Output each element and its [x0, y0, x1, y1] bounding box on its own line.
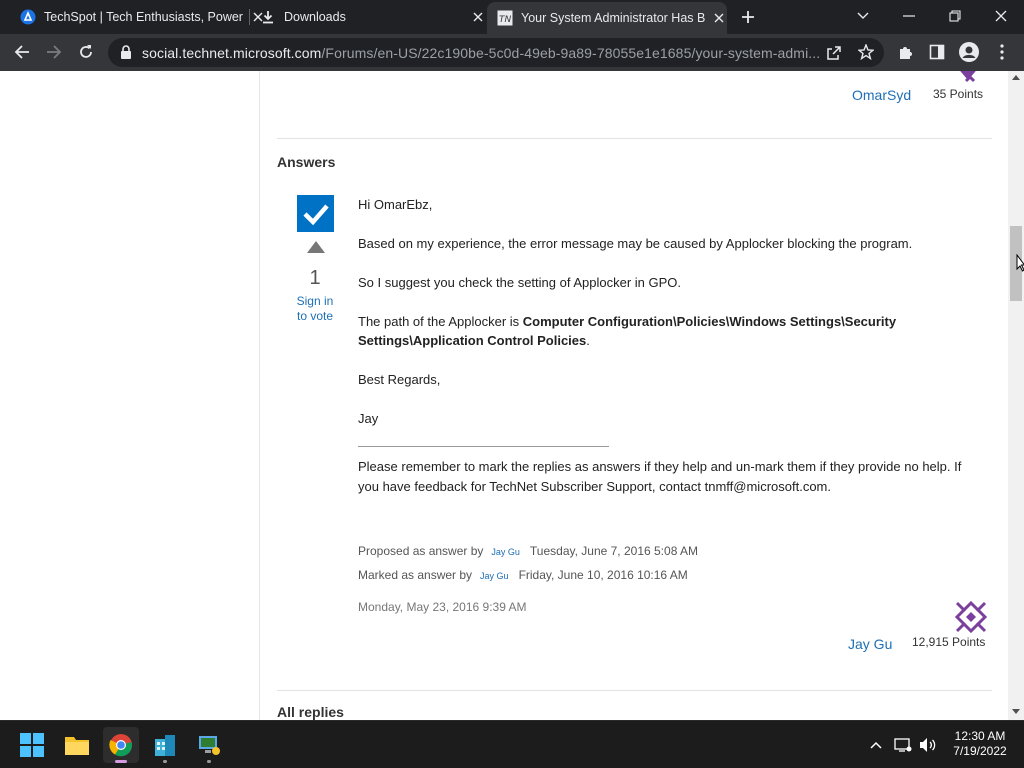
- answer-path-paragraph: The path of the Applocker is Computer Co…: [358, 312, 958, 350]
- url-path: /Forums/en-US/22c190be-5c0d-49eb-9a89-78…: [321, 44, 821, 61]
- chrome-taskbar-icon[interactable]: [103, 727, 139, 763]
- show-hidden-icons-chevron-icon[interactable]: [866, 735, 886, 755]
- network-icon[interactable]: [893, 735, 913, 755]
- screen: TechSpot | Tech Enthusiasts, Power Users…: [0, 0, 1024, 768]
- techspot-favicon-icon: [20, 9, 36, 25]
- proposed-label: Proposed as answer by: [358, 544, 484, 558]
- path-suffix: .: [586, 333, 590, 348]
- path-prefix: The path of the Applocker is: [358, 314, 523, 329]
- volume-icon[interactable]: [918, 735, 938, 755]
- clock-time: 12:30 AM: [954, 729, 1006, 743]
- lock-icon[interactable]: [120, 45, 132, 64]
- scroll-up-arrow-icon[interactable]: [1012, 75, 1020, 80]
- divider: [277, 690, 992, 691]
- browser-tab-strip: TechSpot | Tech Enthusiasts, Power Users…: [0, 0, 1024, 34]
- windows-start-icon[interactable]: [14, 727, 50, 763]
- post-date: Monday, May 23, 2016 9:39 AM: [358, 600, 527, 614]
- url-text: social.technet.microsoft.com/Forums/en-U…: [142, 45, 822, 61]
- clock-date: 7/19/2022: [953, 744, 1007, 758]
- tab-title: Downloads: [284, 10, 346, 24]
- close-window-button[interactable]: [978, 0, 1024, 32]
- close-icon[interactable]: [470, 9, 486, 25]
- divider: [277, 138, 992, 139]
- tab-separator: [249, 9, 250, 25]
- profile-avatar-icon[interactable]: [955, 38, 983, 66]
- restore-button[interactable]: [932, 0, 978, 32]
- tab-title: TechSpot | Tech Enthusiasts, Power Users: [44, 10, 244, 24]
- running-indicator: [163, 760, 167, 763]
- building-app-icon[interactable]: [147, 727, 183, 763]
- url-host: social.technet.microsoft.com: [142, 44, 322, 61]
- answer-paragraph: Based on my experience, the error messag…: [358, 236, 913, 251]
- vote-up-arrow-icon[interactable]: [307, 241, 325, 253]
- author-points: 12,915 Points: [912, 635, 986, 649]
- author-points: 35 Points: [933, 87, 984, 101]
- left-sidebar: [0, 71, 260, 720]
- network-tool-icon[interactable]: [191, 727, 227, 763]
- marked-user-link[interactable]: Jay Gu: [480, 571, 509, 581]
- menu-kebab-icon[interactable]: [988, 38, 1016, 66]
- tab-search-button[interactable]: [840, 0, 886, 32]
- forward-button[interactable]: [40, 38, 68, 66]
- new-tab-button[interactable]: [736, 5, 760, 29]
- side-panel-icon[interactable]: [923, 38, 951, 66]
- extensions-puzzle-icon[interactable]: [892, 38, 920, 66]
- answers-heading: Answers: [277, 154, 336, 170]
- proposed-user-link[interactable]: Jay Gu: [491, 547, 520, 557]
- windows-taskbar: 12:30 AM 7/19/2022: [0, 720, 1024, 768]
- signature-rule: [358, 446, 609, 447]
- file-explorer-icon[interactable]: [59, 727, 95, 763]
- answer-paragraph: So I suggest you check the setting of Ap…: [358, 275, 682, 290]
- marked-date: Friday, June 10, 2016 10:16 AM: [518, 568, 688, 582]
- bookmark-star-icon[interactable]: [857, 43, 875, 65]
- reload-button[interactable]: [72, 38, 100, 66]
- running-indicator: [207, 760, 211, 763]
- answer-signature: Jay: [358, 411, 379, 426]
- sign-in-to-vote-link[interactable]: Sign in to vote: [290, 294, 340, 324]
- system-clock[interactable]: 12:30 AM 7/19/2022: [944, 729, 1016, 759]
- minimize-button[interactable]: [886, 0, 932, 32]
- jaygu-avatar[interactable]: [954, 600, 988, 638]
- all-replies-heading: All replies: [277, 704, 344, 720]
- tab-techspot[interactable]: TechSpot | Tech Enthusiasts, Power Users: [14, 0, 266, 34]
- close-icon[interactable]: [711, 10, 727, 26]
- svg-text:TN: TN: [499, 15, 511, 25]
- tab-technet-active[interactable]: TN Your System Administrator Has Blocked: [487, 2, 727, 34]
- download-icon: [260, 9, 276, 25]
- share-icon[interactable]: [826, 45, 842, 66]
- scroll-down-arrow-icon[interactable]: [1012, 709, 1020, 714]
- answer-checkmark-icon: [297, 195, 334, 232]
- active-indicator: [115, 760, 127, 763]
- vote-count: 1: [309, 267, 321, 289]
- answer-regards: Best Regards,: [358, 372, 441, 387]
- mouse-cursor-icon: [1016, 253, 1024, 277]
- marked-as-answer-line: Marked as answer by Jay Gu Friday, June 10…: [358, 568, 688, 582]
- author-link[interactable]: Jay Gu: [848, 636, 892, 652]
- author-link[interactable]: OmarSyd: [852, 87, 911, 103]
- tab-title: Your System Administrator Has Blocked: [521, 11, 705, 25]
- address-bar[interactable]: social.technet.microsoft.com/Forums/en-U…: [108, 38, 884, 67]
- back-button[interactable]: [8, 38, 36, 66]
- proposed-as-answer-line: Proposed as answer by Jay Gu Tuesday, June…: [358, 544, 698, 558]
- answer-greeting: Hi OmarEbz,: [358, 197, 433, 212]
- technet-favicon-icon: TN: [497, 10, 513, 26]
- answer-footer-note: Please remember to mark the replies as a…: [358, 459, 962, 494]
- page-scrollbar[interactable]: [1008, 71, 1024, 720]
- marked-label: Marked as answer by: [358, 568, 473, 582]
- page-content: OmarSyd 35 Points Answers 1 Sign in to v…: [0, 71, 1008, 720]
- proposed-date: Tuesday, June 7, 2016 5:08 AM: [529, 544, 699, 558]
- browser-toolbar: social.technet.microsoft.com/Forums/en-U…: [0, 34, 1024, 71]
- tab-downloads[interactable]: Downloads: [254, 0, 486, 34]
